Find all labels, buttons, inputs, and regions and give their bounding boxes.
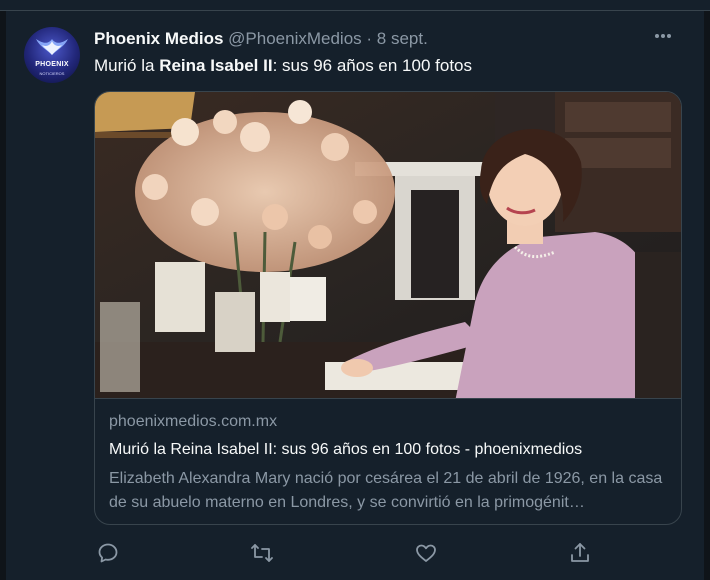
author-name[interactable]: Phoenix Medios [94,29,223,48]
avatar-logo-subtitle: NOTICIEROS [39,71,65,76]
link-card[interactable]: phoenixmedios.com.mx Murió la Reina Isab… [94,91,682,525]
card-image[interactable] [95,92,681,398]
tweet-text-suffix: : sus 96 años en 100 fotos [272,56,472,75]
tweet-date[interactable]: 8 sept. [377,29,428,48]
header-separator: · [366,29,373,48]
window-right-edge [704,0,710,580]
card-body[interactable]: phoenixmedios.com.mx Murió la Reina Isab… [95,398,681,524]
tweet-text: Murió la Reina Isabel II: sus 96 años en… [94,55,472,77]
avatar[interactable]: PHOENIX NOTICIEROS [24,27,80,83]
phoenix-logo-icon [36,39,68,55]
timeline-top-divider [0,0,710,11]
retweet-icon[interactable] [250,541,274,565]
more-horizontal-icon[interactable] [654,25,682,45]
tweet-text-bold: Reina Isabel II [159,56,273,75]
tweet-header: Phoenix Medios @PhoenixMedios · 8 sept. [94,29,428,49]
card-title[interactable]: Murió la Reina Isabel II: sus 96 años en… [109,441,582,459]
avatar-logo-name: PHOENIX [35,61,69,68]
tweet[interactable]: PHOENIX NOTICIEROS Phoenix Medios @Phoen… [6,11,704,580]
tweet-text-prefix: Murió la [94,56,160,75]
share-icon[interactable] [568,541,592,565]
card-domain: phoenixmedios.com.mx [109,413,278,430]
author-handle[interactable]: @PhoenixMedios [228,29,362,48]
tweet-actions [94,541,680,565]
like-icon[interactable] [414,541,438,565]
card-description: Elizabeth Alexandra Mary nació por cesár… [109,470,663,511]
reply-icon[interactable] [96,541,120,565]
